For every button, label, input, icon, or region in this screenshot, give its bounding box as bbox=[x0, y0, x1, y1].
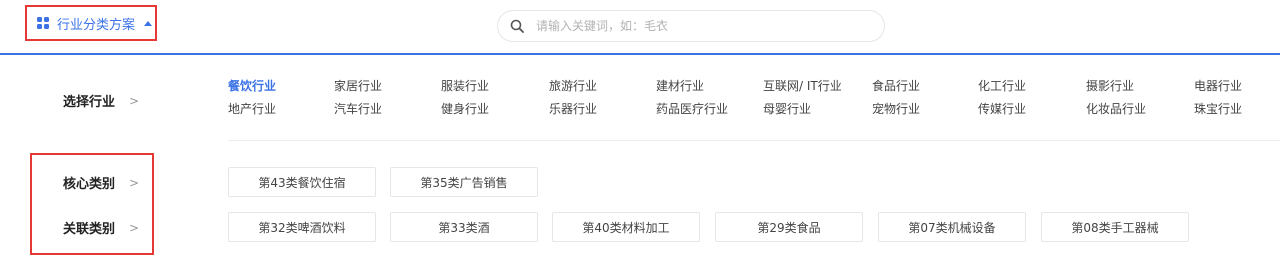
industry-item-apparel[interactable]: 服装行业 bbox=[441, 77, 489, 94]
industry-item-home[interactable]: 家居行业 bbox=[334, 77, 382, 94]
related-category-text: 关联类别 bbox=[63, 222, 116, 237]
search-input[interactable] bbox=[534, 18, 868, 34]
select-industry-text: 选择行业 bbox=[63, 95, 116, 110]
caret-up-icon bbox=[144, 20, 153, 26]
industry-item-pet[interactable]: 宠物行业 bbox=[872, 100, 920, 117]
industry-item-media[interactable]: 传媒行业 bbox=[978, 100, 1026, 117]
related-tag-08[interactable]: 第08类手工器械 bbox=[1041, 212, 1189, 242]
chevron-right-icon: > bbox=[129, 93, 140, 108]
industry-list: 餐饮行业 家居行业 服装行业 旅游行业 建材行业 互联网/ IT行业 食品行业 … bbox=[228, 77, 1280, 121]
industry-item-medical[interactable]: 药品医疗行业 bbox=[656, 100, 728, 117]
search-box[interactable] bbox=[497, 10, 885, 42]
core-category-label[interactable]: 核心类别 > bbox=[63, 173, 140, 193]
industry-item-realestate[interactable]: 地产行业 bbox=[228, 100, 276, 117]
industry-item-food[interactable]: 食品行业 bbox=[872, 77, 920, 94]
industry-item-fitness[interactable]: 健身行业 bbox=[441, 100, 489, 117]
select-industry-label[interactable]: 选择行业 > bbox=[63, 91, 140, 111]
industry-item-photography[interactable]: 摄影行业 bbox=[1086, 77, 1134, 94]
grid-icon bbox=[37, 16, 50, 30]
industry-item-chemical[interactable]: 化工行业 bbox=[978, 77, 1026, 94]
related-tag-32[interactable]: 第32类啤酒饮料 bbox=[228, 212, 376, 242]
industry-item-travel[interactable]: 旅游行业 bbox=[549, 77, 597, 94]
industry-item-building[interactable]: 建材行业 bbox=[656, 77, 704, 94]
related-tag-07[interactable]: 第07类机械设备 bbox=[878, 212, 1026, 242]
core-category-text: 核心类别 bbox=[63, 177, 116, 192]
related-tag-33[interactable]: 第33类酒 bbox=[390, 212, 538, 242]
header-underline bbox=[0, 53, 1280, 55]
industry-item-jewelry[interactable]: 珠宝行业 bbox=[1194, 100, 1242, 117]
scheme-label: 行业分类方案 bbox=[57, 17, 136, 33]
section-divider bbox=[228, 140, 1280, 141]
industry-item-internet[interactable]: 互联网/ IT行业 bbox=[763, 77, 842, 94]
core-tag-43[interactable]: 第43类餐饮住宿 bbox=[228, 167, 376, 197]
industry-item-appliance[interactable]: 电器行业 bbox=[1194, 77, 1242, 94]
category-labels-highlight bbox=[30, 153, 154, 255]
related-category-label[interactable]: 关联类别 > bbox=[63, 218, 140, 238]
industry-item-cosmetics[interactable]: 化妆品行业 bbox=[1086, 100, 1146, 117]
core-tag-35[interactable]: 第35类广告销售 bbox=[390, 167, 538, 197]
search-icon bbox=[510, 19, 524, 33]
related-tag-40[interactable]: 第40类材料加工 bbox=[552, 212, 700, 242]
industry-item-maternal[interactable]: 母婴行业 bbox=[763, 100, 811, 117]
chevron-right-icon: > bbox=[129, 175, 140, 190]
chevron-right-icon: > bbox=[129, 220, 140, 235]
top-bar: 行业分类方案 bbox=[0, 0, 1280, 53]
industry-item-catering[interactable]: 餐饮行业 bbox=[228, 77, 276, 94]
related-tag-29[interactable]: 第29类食品 bbox=[715, 212, 863, 242]
industry-item-auto[interactable]: 汽车行业 bbox=[334, 100, 382, 117]
industry-item-instrument[interactable]: 乐器行业 bbox=[549, 100, 597, 117]
industry-scheme-dropdown[interactable]: 行业分类方案 bbox=[25, 5, 157, 41]
